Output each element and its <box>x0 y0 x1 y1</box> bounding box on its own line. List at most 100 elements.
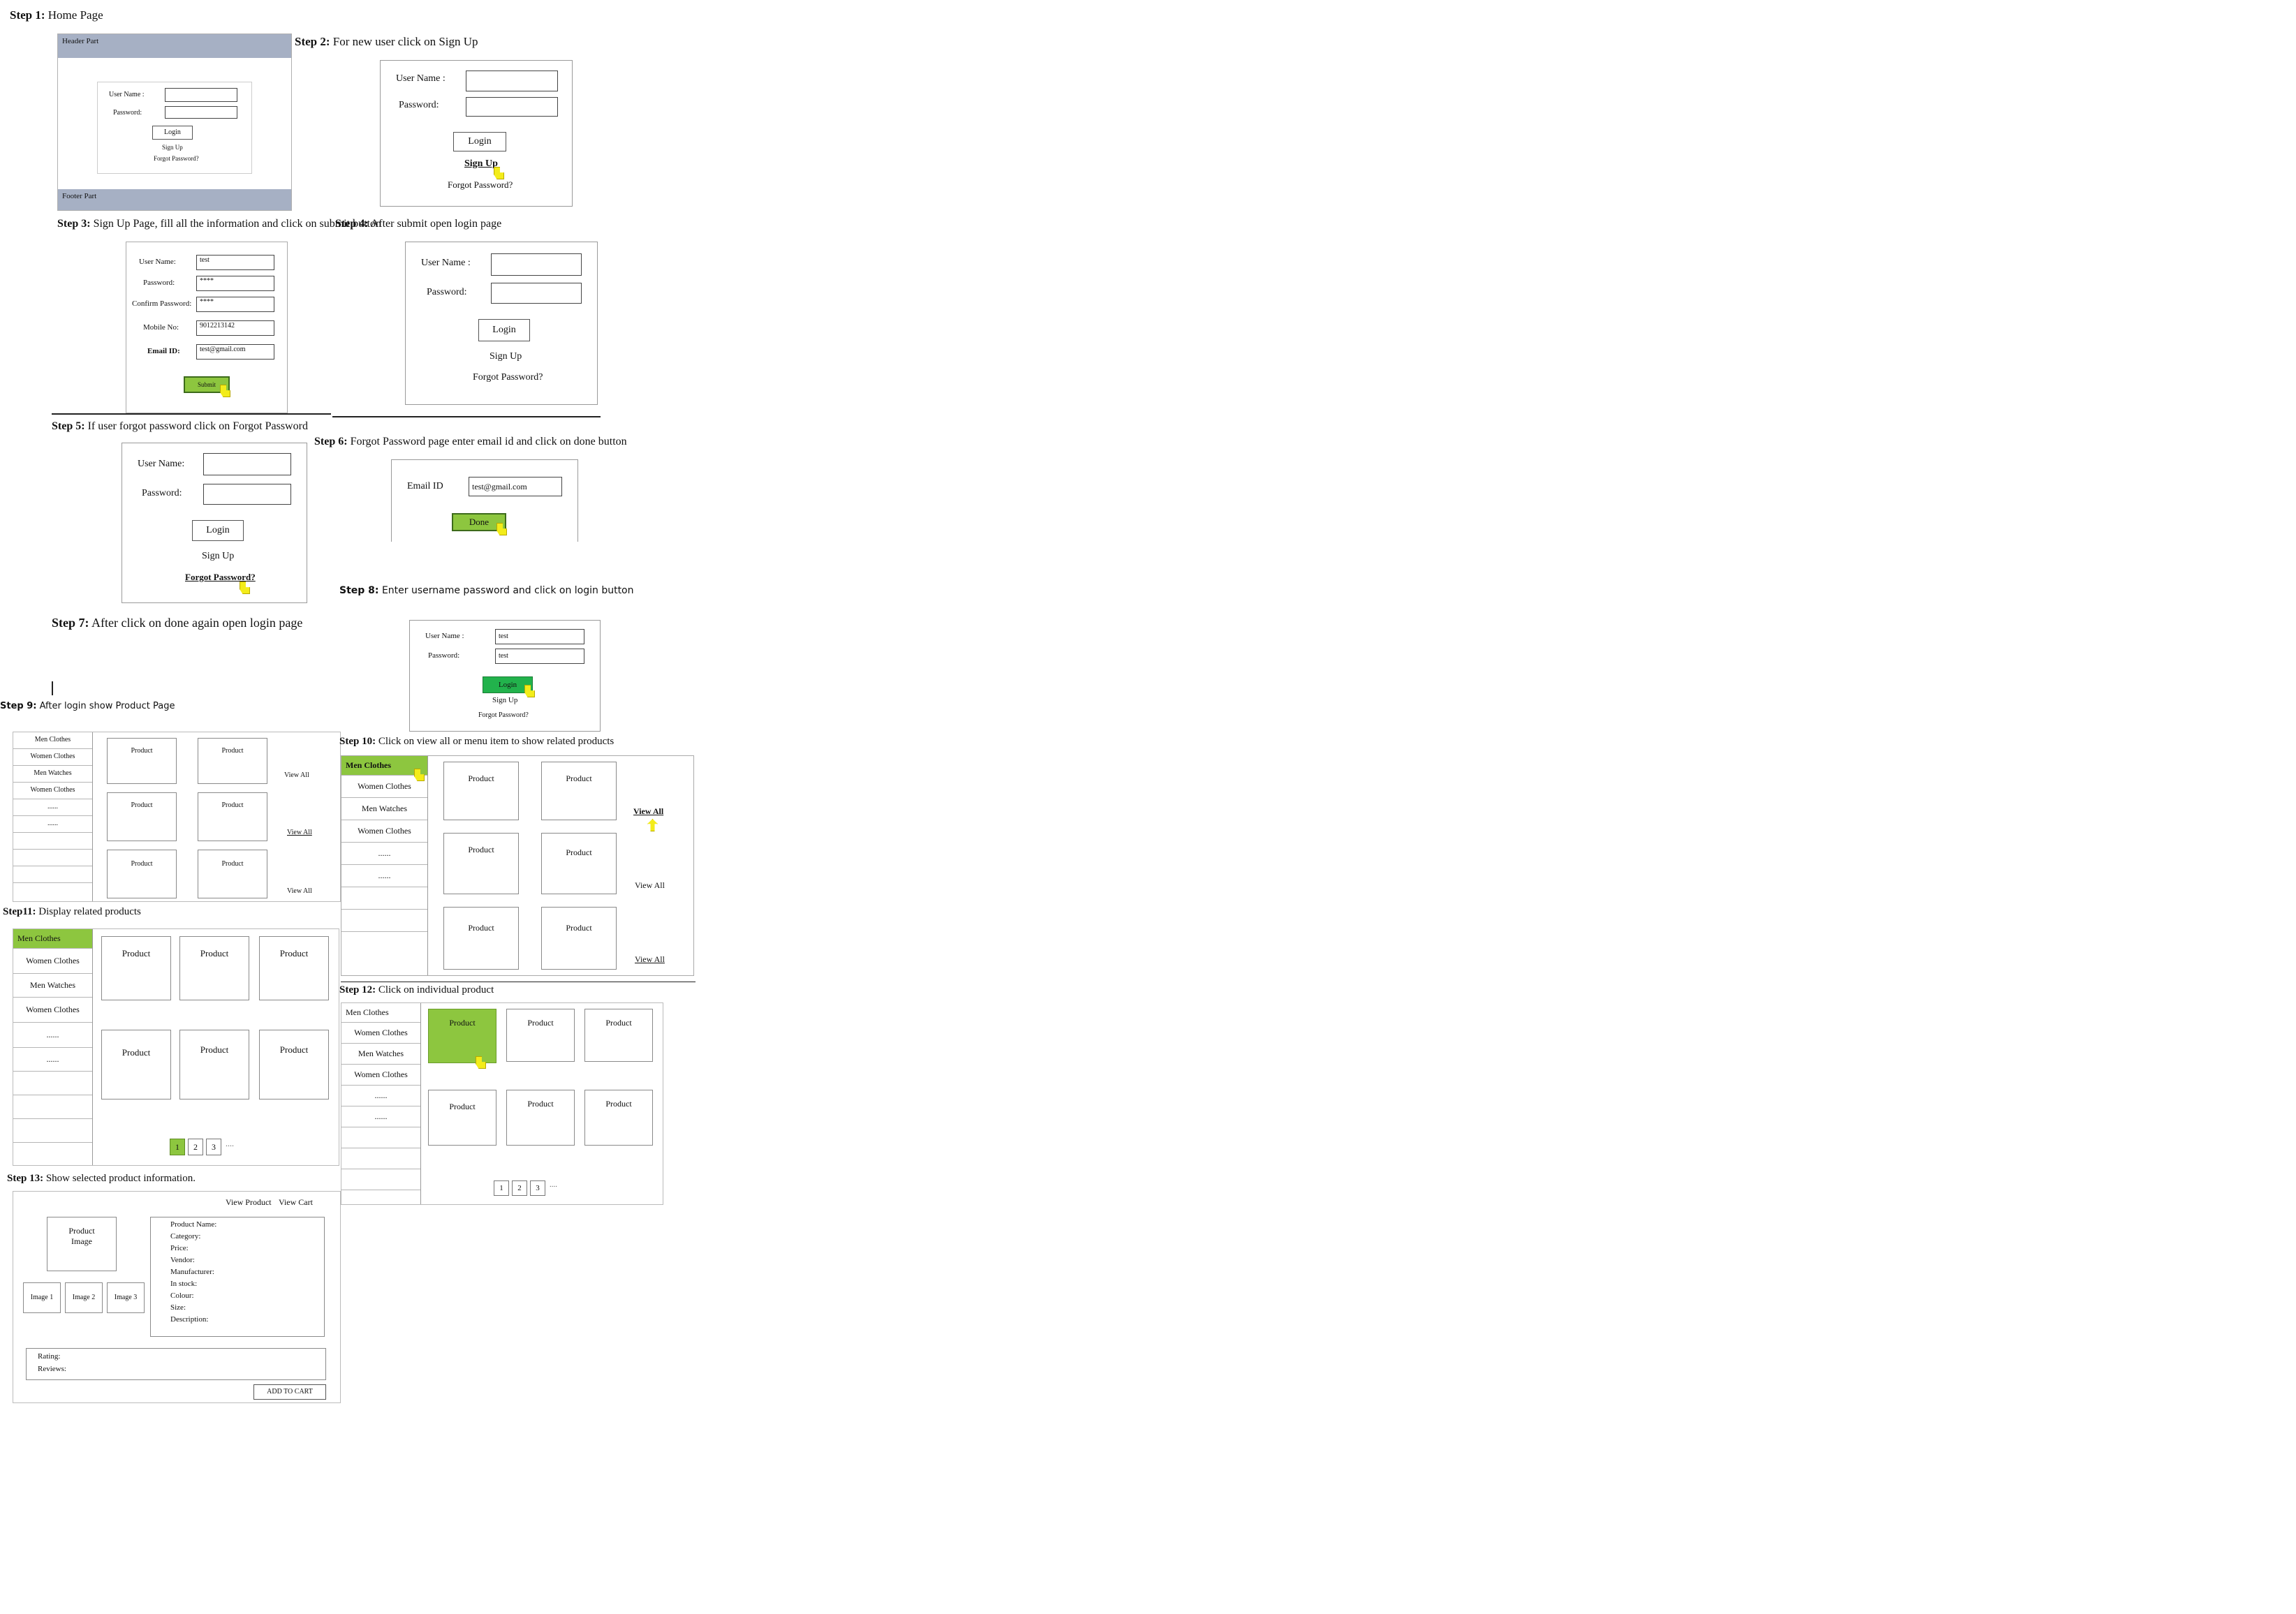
menu-item-women-clothes-2[interactable]: Women Clothes <box>13 998 92 1023</box>
product-card[interactable]: Product <box>107 792 177 841</box>
product-card[interactable]: Product <box>259 936 329 1000</box>
page-2-button[interactable]: 2 <box>188 1139 203 1155</box>
view-cart-link[interactable]: View Cart <box>279 1197 313 1208</box>
menu-item-men-watches[interactable]: Men Watches <box>341 798 427 820</box>
username-input[interactable] <box>466 71 558 91</box>
product-card[interactable]: Product <box>107 850 177 898</box>
username-input[interactable]: test <box>495 629 584 644</box>
more-pages[interactable]: .... <box>226 1139 234 1149</box>
view-all-link[interactable]: View All <box>635 954 665 965</box>
confirm-password-input[interactable]: **** <box>196 297 274 312</box>
product-card[interactable]: Product <box>107 738 177 784</box>
password-input[interactable] <box>203 484 291 505</box>
view-all-link[interactable]: View All <box>633 806 663 817</box>
login-button[interactable]: Login <box>192 520 244 541</box>
menu-item-more-2[interactable]: ...... <box>341 865 427 887</box>
product-card-selected[interactable]: Product <box>428 1009 496 1063</box>
mobile-input[interactable]: 9012213142 <box>196 320 274 336</box>
cursor-pointer-icon <box>524 685 535 697</box>
add-to-cart-button[interactable]: ADD TO CART <box>253 1384 326 1400</box>
page-1-button[interactable]: 1 <box>494 1180 509 1196</box>
password-input[interactable]: test <box>495 649 584 664</box>
product-card[interactable]: Product <box>101 936 171 1000</box>
login-button[interactable]: Login <box>152 126 193 140</box>
menu-item-women-clothes-2[interactable]: Women Clothes <box>341 1065 420 1086</box>
username-input[interactable] <box>203 453 291 475</box>
menu-item-women-clothes[interactable]: Women Clothes <box>341 776 427 798</box>
forgot-password-link[interactable]: Forgot Password? <box>185 572 256 583</box>
signup-link[interactable]: Sign Up <box>490 351 522 362</box>
cursor-pointer-icon <box>240 582 250 594</box>
product-card[interactable]: Product <box>443 833 519 894</box>
menu-item-more[interactable]: ...... <box>341 843 427 865</box>
product-card[interactable]: Product <box>541 833 617 894</box>
menu-item-men-clothes[interactable]: Men Clothes <box>341 1003 420 1023</box>
signup-link[interactable]: Sign Up <box>492 696 517 704</box>
product-card[interactable]: Product <box>506 1090 575 1146</box>
thumbnail-image-1[interactable]: Image 1 <box>23 1282 61 1313</box>
product-card[interactable]: Product <box>584 1090 653 1146</box>
forgot-password-link[interactable]: Forgot Password? <box>154 155 199 162</box>
menu-item-more[interactable]: ...... <box>13 799 92 816</box>
thumbnail-image-2[interactable]: Image 2 <box>65 1282 103 1313</box>
menu-item-men-watches[interactable]: Men Watches <box>13 974 92 998</box>
menu-item-more-2[interactable]: ...... <box>13 816 92 833</box>
more-pages[interactable]: .... <box>550 1180 557 1189</box>
product-card[interactable]: Product <box>259 1030 329 1100</box>
view-all-link[interactable]: View All <box>284 771 309 779</box>
menu-item-men-watches[interactable]: Men Watches <box>341 1044 420 1065</box>
menu-item-more[interactable]: ...... <box>341 1086 420 1106</box>
menu-item-men-clothes[interactable]: Men Clothes <box>13 929 92 949</box>
view-all-link[interactable]: View All <box>287 887 312 895</box>
menu-item-more-2[interactable]: ...... <box>341 1106 420 1127</box>
product-card[interactable]: Product <box>179 936 249 1000</box>
page-2-button[interactable]: 2 <box>512 1180 527 1196</box>
password-input[interactable]: **** <box>196 276 274 291</box>
menu-item-more[interactable]: ...... <box>13 1023 92 1048</box>
view-all-link[interactable]: View All <box>635 880 665 891</box>
forgot-password-link[interactable]: Forgot Password? <box>448 179 513 191</box>
menu-item-women-clothes-2[interactable]: Women Clothes <box>341 820 427 843</box>
username-input[interactable] <box>491 253 582 276</box>
product-card[interactable]: Product <box>584 1009 653 1062</box>
password-input[interactable] <box>165 106 237 119</box>
forgot-password-link[interactable]: Forgot Password? <box>478 711 529 719</box>
email-input[interactable]: test@gmail.com <box>469 477 562 496</box>
password-input[interactable] <box>466 97 558 117</box>
thumbnail-image-3[interactable]: Image 3 <box>107 1282 145 1313</box>
signup-link[interactable]: Sign Up <box>464 158 498 170</box>
login-button[interactable]: Login <box>478 319 530 341</box>
product-card[interactable]: Product <box>198 850 267 898</box>
product-card[interactable]: Product <box>443 762 519 820</box>
page-1-button[interactable]: 1 <box>170 1139 185 1155</box>
product-card[interactable]: Product <box>101 1030 171 1100</box>
username-input[interactable] <box>165 88 237 102</box>
view-product-link[interactable]: View Product <box>226 1197 272 1208</box>
page-3-button[interactable]: 3 <box>206 1139 221 1155</box>
menu-item-men-watches[interactable]: Men Watches <box>13 766 92 783</box>
username-input[interactable]: test <box>196 255 274 270</box>
menu-item-women-clothes[interactable]: Women Clothes <box>13 749 92 766</box>
menu-item-men-clothes[interactable]: Men Clothes <box>13 732 92 749</box>
login-button[interactable]: Login <box>453 132 506 151</box>
product-card[interactable]: Product <box>541 907 617 970</box>
menu-item-women-clothes-2[interactable]: Women Clothes <box>13 783 92 799</box>
menu-item-women-clothes[interactable]: Women Clothes <box>13 949 92 974</box>
password-input[interactable] <box>491 283 582 304</box>
product-card[interactable]: Product <box>541 762 617 820</box>
forgot-password-link[interactable]: Forgot Password? <box>473 372 543 383</box>
menu-item-more-2[interactable]: ...... <box>13 1048 92 1072</box>
email-input[interactable]: test@gmail.com <box>196 344 274 360</box>
view-all-link[interactable]: View All <box>287 829 312 836</box>
menu-item-women-clothes[interactable]: Women Clothes <box>341 1023 420 1044</box>
product-card[interactable]: Product <box>428 1090 496 1146</box>
signup-link[interactable]: Sign Up <box>202 551 234 562</box>
step1-home-mockup: Header Part User Name : Password: Login … <box>57 34 292 211</box>
product-card[interactable]: Product <box>198 792 267 841</box>
product-card[interactable]: Product <box>443 907 519 970</box>
product-card[interactable]: Product <box>198 738 267 784</box>
page-3-button[interactable]: 3 <box>530 1180 545 1196</box>
signup-link[interactable]: Sign Up <box>162 144 183 151</box>
product-card[interactable]: Product <box>506 1009 575 1062</box>
product-card[interactable]: Product <box>179 1030 249 1100</box>
